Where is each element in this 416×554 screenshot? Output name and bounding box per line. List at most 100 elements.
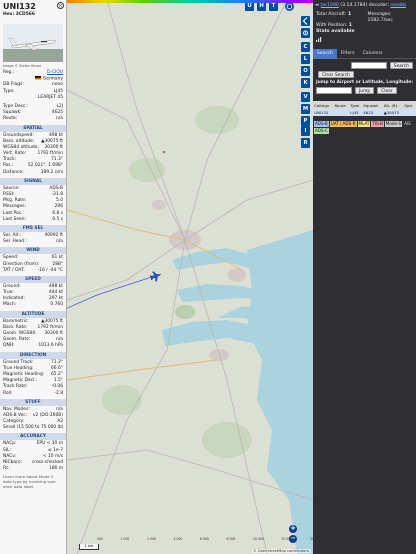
- side-button-k[interactable]: K: [301, 78, 310, 88]
- search-input[interactable]: [350, 61, 387, 69]
- altitude-legend-label: 8 000: [226, 537, 236, 541]
- type-label: Type:: [3, 88, 15, 94]
- section-speed[interactable]: SPEED: [0, 275, 66, 283]
- decoder-link[interactable]: readsb: [390, 3, 406, 8]
- details-header: UNI132 Hex: 3CD566 ×: [0, 0, 66, 22]
- spatial-list: Groundspeed: 498 kt Baro. altitude: ▲30075 …: [0, 133, 66, 176]
- detail-value: 186 m: [48, 466, 63, 472]
- zoom-in-button[interactable]: +: [289, 524, 297, 533]
- speed-list: Ground: 498 kt True: 444 kt Indicated: 297 kt…: [0, 284, 66, 309]
- side-button-l[interactable]: L: [301, 54, 310, 64]
- jump-button[interactable]: Jump: [355, 87, 375, 95]
- section-fms[interactable]: FMS SEL: [0, 224, 66, 232]
- tab-columns[interactable]: Columns: [359, 49, 387, 59]
- aircraft-photo[interactable]: [3, 24, 63, 62]
- section-direction[interactable]: DIRECTION: [0, 351, 66, 359]
- table-header-row: Callsign Route Type Squawk Alt. (ft) Spd.: [313, 101, 416, 110]
- tab-filters[interactable]: Filters: [337, 49, 359, 59]
- search-button[interactable]: Search: [389, 61, 413, 69]
- expand-arrows-icon[interactable]: ◂▸: [315, 3, 320, 8]
- table-cell: 4625: [362, 109, 383, 117]
- close-icon[interactable]: ×: [57, 2, 64, 9]
- map-scale: 1 km: [79, 544, 99, 550]
- total-aircraft-label: Total Aircraft:: [316, 12, 347, 17]
- country-text: Germany: [42, 76, 63, 82]
- detail-row: Sel. Head.: n/a: [0, 239, 66, 245]
- section-altitude[interactable]: ALTITUDE: [0, 310, 66, 318]
- column-header[interactable]: Type: [349, 101, 363, 110]
- detail-label: Roll:: [3, 390, 13, 396]
- section-wind[interactable]: WIND: [0, 247, 66, 255]
- detail-label: Sel. Head.:: [3, 239, 27, 245]
- map-canvas[interactable]: [67, 0, 313, 554]
- map-view[interactable]: U H T + − 5001 0002 0004 0006 0008: [67, 0, 313, 554]
- detail-label: Rc:: [3, 466, 10, 472]
- detail-value: 0.5 s: [52, 216, 63, 222]
- chart-icon[interactable]: [313, 37, 416, 43]
- altitude-legend-label: 20 000: [281, 537, 293, 541]
- column-header[interactable]: Squawk: [362, 101, 383, 110]
- collapse-arrow-icon[interactable]: [301, 16, 310, 26]
- side-button-i[interactable]: I: [301, 126, 310, 136]
- wind-list: Speed: 61 kt Direction (from): 288° TAT / OA…: [0, 255, 66, 274]
- photo-credit: Image © Stefan Bauer: [3, 64, 42, 68]
- side-button-r[interactable]: R: [301, 138, 310, 148]
- stuff-list: Nav. Modes: n/a ADS-B Ver.: v2 (DO-260B) Cat…: [0, 407, 66, 432]
- source-tag: AIS: [403, 121, 412, 128]
- source-tag: ADS-B: [314, 121, 329, 128]
- aircraft-table: Callsign Route Type Squawk Alt. (ft) Spd. UNI…: [313, 101, 416, 117]
- with-position-label: With Position:: [316, 23, 348, 29]
- detail-value: -2.8: [54, 390, 63, 396]
- side-button-v[interactable]: V: [301, 92, 310, 102]
- sidebar-panel: ◂▸tar1090 (3.14.1784) decoder: readsb To…: [313, 0, 416, 554]
- column-header[interactable]: Route: [333, 101, 350, 110]
- detail-value: n/a: [56, 239, 63, 245]
- aircraft-callsign: UNI132: [3, 2, 36, 11]
- flag-icon: [34, 76, 41, 81]
- altitude-legend-label: 2 000: [147, 537, 156, 541]
- section-accuracy[interactable]: ACCURACY: [0, 433, 66, 441]
- section-signal[interactable]: SIGNAL: [0, 177, 66, 185]
- detail-label: Mach:: [3, 302, 17, 308]
- stats-available-text[interactable]: Stats available: [316, 29, 355, 34]
- messages-value: 1582.7/sec: [367, 17, 393, 23]
- section-spatial[interactable]: SPATIAL: [0, 124, 66, 132]
- detail-row: Distance: 189.2 nmi: [0, 170, 66, 176]
- column-header[interactable]: Spd.: [403, 101, 416, 110]
- tab-search[interactable]: Search: [313, 48, 337, 59]
- altitude-list: Barometric: ▲30075 ft Baro. Rate: 1792 ft/m…: [0, 319, 66, 350]
- route-value: n/a: [56, 116, 63, 122]
- version-link[interactable]: tar1090: [321, 3, 339, 8]
- jump-label: Jump to Airport or Latitude, Longitude:: [316, 79, 413, 85]
- total-aircraft-stat: Total Aircraft: 1: [313, 12, 365, 18]
- detail-label: TAT / OAT:: [3, 267, 25, 273]
- fms-list: Sel. Alt.: 40992 ft Sel. Head.: n/a: [0, 233, 66, 245]
- side-button-o[interactable]: O: [301, 66, 310, 76]
- jump-input[interactable]: [316, 87, 352, 95]
- search-panel: Search Clear Search Jump to Airport or L…: [313, 59, 416, 98]
- source-tag: ADS-C: [314, 128, 329, 135]
- section-stuff[interactable]: STUFF: [0, 398, 66, 406]
- detail-value: 1013.6 hPa: [38, 343, 63, 349]
- detail-value: 0.760: [50, 302, 63, 308]
- side-button-c[interactable]: C: [301, 42, 310, 52]
- clear-button[interactable]: Clear: [377, 87, 397, 95]
- aircraft-details-panel: UNI132 Hex: 3CD566 × Image © Stefan Baue…: [0, 0, 67, 554]
- settings-gear-icon[interactable]: [301, 28, 310, 38]
- table-row[interactable]: UNI132 LJ45 4625 ▲30075: [313, 109, 416, 117]
- table-cell: UNI132: [313, 109, 334, 117]
- map-attribution[interactable]: © OpenStreetMap contributors.: [252, 549, 311, 553]
- clear-search-button[interactable]: Clear Search: [318, 70, 354, 78]
- column-header[interactable]: Callsign: [313, 101, 334, 110]
- side-button-p[interactable]: P: [301, 116, 310, 126]
- accuracy-list: NACp: EPU < 10 m SIL: ≤ 1e-7 NACv: < 10 m/s NI…: [0, 441, 66, 472]
- side-button-m[interactable]: M: [301, 104, 310, 114]
- altitude-legend-labels: 500 1 000 2 000 4 000 6 000 8 000 10 000 20 000…: [97, 537, 313, 542]
- altitude-legend-label: 10 000: [253, 537, 264, 541]
- column-header[interactable]: Alt. (ft): [382, 101, 404, 110]
- detail-row: Small (15 500 to 75 000 lb): [0, 425, 66, 431]
- altitude-legend-label: 4 000: [173, 537, 183, 541]
- place-marker-icon: [162, 150, 166, 154]
- version-number: (3.14.1784): [340, 3, 368, 8]
- detail-label: Distance:: [3, 169, 24, 175]
